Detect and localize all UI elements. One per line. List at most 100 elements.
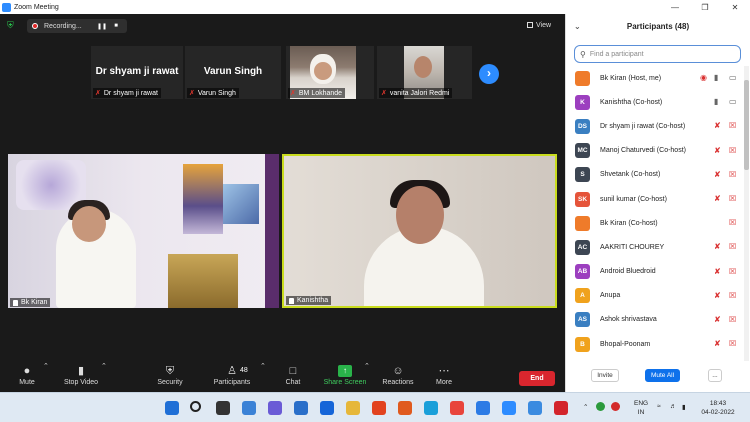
participant-name: Bk Kiran (Co-host) (600, 219, 658, 227)
participant-row[interactable]: AB Android Bluedroid ✘ ☒ (566, 260, 744, 284)
video-tile-bk-kiran[interactable]: Bk Kiran (8, 154, 279, 308)
mic-muted-icon[interactable]: ✘ (714, 267, 721, 276)
maximize-icon[interactable]: ❐ (690, 3, 720, 12)
zoom-taskbar-icon[interactable] (502, 401, 516, 415)
participant-row[interactable]: SK sunil kumar (Co-host) ✘ ☒ (566, 187, 744, 211)
next-page-button[interactable]: › (479, 64, 499, 84)
video-off-icon[interactable]: ☒ (729, 218, 736, 227)
photos-icon[interactable] (476, 401, 490, 415)
participant-row[interactable]: Bk Kiran (Host, me) ◉ ▮ ▭ (566, 66, 744, 90)
mail-icon[interactable] (294, 401, 308, 415)
video-tile-kanishtha[interactable]: Kanishtha (282, 154, 557, 308)
meeting-area: ⛨ Recording... ❚❚ ■ View Dr shyam ji raw… (0, 14, 565, 392)
video-off-icon[interactable]: ☒ (729, 194, 736, 203)
audio-options-chevron-icon[interactable]: ⌃ (43, 362, 49, 370)
system-clock[interactable]: 18:43 04-02-2022 (693, 399, 743, 417)
video-off-icon[interactable]: ☒ (729, 146, 736, 155)
participants-chevron-icon[interactable]: ⌃ (260, 362, 266, 370)
video-off-icon[interactable]: ☒ (729, 291, 736, 300)
dropbox-icon[interactable] (320, 401, 334, 415)
microphone-icon[interactable]: ▮ (714, 97, 718, 106)
video-options-chevron-icon[interactable]: ⌃ (101, 362, 107, 370)
search-icon[interactable] (190, 401, 201, 412)
mic-muted-icon[interactable]: ✘ (714, 339, 721, 348)
mic-muted-icon[interactable]: ✘ (714, 315, 721, 324)
more-button[interactable]: ⋯ More (432, 362, 456, 386)
mic-icon (13, 299, 18, 306)
edge-icon[interactable] (424, 401, 438, 415)
chat-button[interactable]: □ Chat (280, 362, 306, 386)
close-icon[interactable]: ✕ (720, 3, 750, 12)
invite-button[interactable]: Invite (591, 369, 619, 382)
video-off-icon[interactable]: ☒ (729, 242, 736, 251)
window-title: Zoom Meeting (14, 3, 59, 11)
reactions-button[interactable]: ☺ Reactions (380, 362, 416, 386)
mic-muted-icon: ✗ (290, 90, 296, 97)
chevron-down-icon[interactable]: ⌄ (574, 14, 581, 40)
stop-video-button[interactable]: ▮ Stop Video (58, 362, 104, 386)
video-off-icon[interactable]: ☒ (729, 170, 736, 179)
video-off-icon[interactable]: ☒ (729, 267, 736, 276)
volume-icon[interactable]: ♬ (670, 403, 677, 410)
participant-row[interactable]: MC Manoj Chaturvedi (Co-host) ✘ ☒ (566, 139, 744, 163)
onedrive-icon[interactable] (528, 401, 542, 415)
participant-row[interactable]: AC AAKRITI CHOUREY ✘ ☒ (566, 235, 744, 259)
participant-row[interactable]: A Anupa ✘ ☒ (566, 284, 744, 308)
participant-row[interactable]: DS Dr shyam ji rawat (Co-host) ✘ ☒ (566, 114, 744, 138)
participant-row[interactable]: Bk Kiran (Co-host) ☒ (566, 211, 744, 235)
mic-muted-icon[interactable]: ✘ (714, 291, 721, 300)
chrome-icon[interactable] (450, 401, 464, 415)
panel-more-button[interactable]: ... (708, 369, 722, 382)
participants-button[interactable]: ♙ 48 Participants (208, 362, 256, 386)
mic-muted-icon[interactable]: ✘ (714, 121, 721, 130)
pause-recording-icon[interactable]: ❚❚ (97, 23, 107, 30)
mic-muted-icon[interactable]: ✘ (714, 242, 721, 251)
participant-row[interactable]: B Bhopal-Poonam ✘ ☒ (566, 332, 744, 356)
share-screen-button[interactable]: ↑ Share Screen (322, 362, 368, 386)
task-view-icon[interactable] (216, 401, 230, 415)
shield-icon[interactable]: ⛨ (7, 20, 17, 30)
view-button[interactable]: View (527, 19, 559, 31)
participant-row[interactable]: AS Ashok shrivastava ✘ ☒ (566, 308, 744, 332)
video-camera-icon[interactable]: ▭ (729, 73, 737, 82)
participant-row[interactable]: K Kanishtha (Co-host) ▮ ▭ (566, 90, 744, 114)
search-participant-input[interactable]: ⚲ Find a participant (574, 45, 741, 63)
minimize-icon[interactable]: — (660, 3, 690, 12)
video-tile-bm-lokhande[interactable]: ✗ BM Lokhande (286, 46, 374, 99)
end-meeting-button[interactable]: End (519, 371, 555, 386)
show-hidden-icons-icon[interactable]: ⌃ (583, 403, 588, 411)
battery-icon[interactable]: ▮ (682, 403, 686, 411)
widgets-icon[interactable] (242, 401, 256, 415)
participant-name: Varun Singh (203, 66, 263, 77)
stop-recording-icon[interactable]: ■ (111, 23, 121, 29)
tray-security-icon[interactable] (611, 402, 620, 411)
mic-muted-icon[interactable]: ✘ (714, 146, 721, 155)
video-camera-icon[interactable]: ▭ (729, 97, 737, 106)
mute-all-button[interactable]: Mute All (645, 369, 680, 382)
security-button[interactable]: ⛨ Security (152, 362, 188, 386)
mic-muted-icon[interactable]: ✘ (714, 170, 721, 179)
mute-button[interactable]: ● Mute (12, 362, 42, 386)
wifi-icon[interactable]: ≈ (657, 403, 661, 410)
participant-row[interactable]: S Shvetank (Co-host) ✘ ☒ (566, 163, 744, 187)
file-explorer-icon[interactable] (346, 401, 360, 415)
microphone-icon: ● (23, 365, 31, 377)
tray-app-icon[interactable] (596, 402, 605, 411)
video-off-icon[interactable]: ☒ (729, 339, 736, 348)
participant-list-scrollbar[interactable] (744, 66, 749, 361)
shield-icon: ⛨ (165, 365, 175, 377)
video-off-icon[interactable]: ☒ (729, 121, 736, 130)
teams-icon[interactable] (268, 401, 282, 415)
audio-app-icon[interactable] (398, 401, 412, 415)
office-icon[interactable] (372, 401, 386, 415)
mic-muted-icon[interactable]: ✘ (714, 194, 721, 203)
antivirus-icon[interactable] (554, 401, 568, 415)
microphone-icon[interactable]: ▮ (714, 73, 718, 82)
video-tile-vanita[interactable]: ✗ vanita Jalori Redmi (377, 46, 472, 99)
windows-start-icon[interactable] (165, 401, 179, 415)
video-off-icon[interactable]: ☒ (729, 315, 736, 324)
video-tile-dr-shyam[interactable]: Dr shyam ji rawat ✗ Dr shyam ji rawat (91, 46, 183, 99)
language-indicator[interactable]: ENG IN (634, 399, 648, 417)
video-tile-varun[interactable]: Varun Singh ✗ Varun Singh (185, 46, 281, 99)
share-options-chevron-icon[interactable]: ⌃ (364, 362, 370, 370)
